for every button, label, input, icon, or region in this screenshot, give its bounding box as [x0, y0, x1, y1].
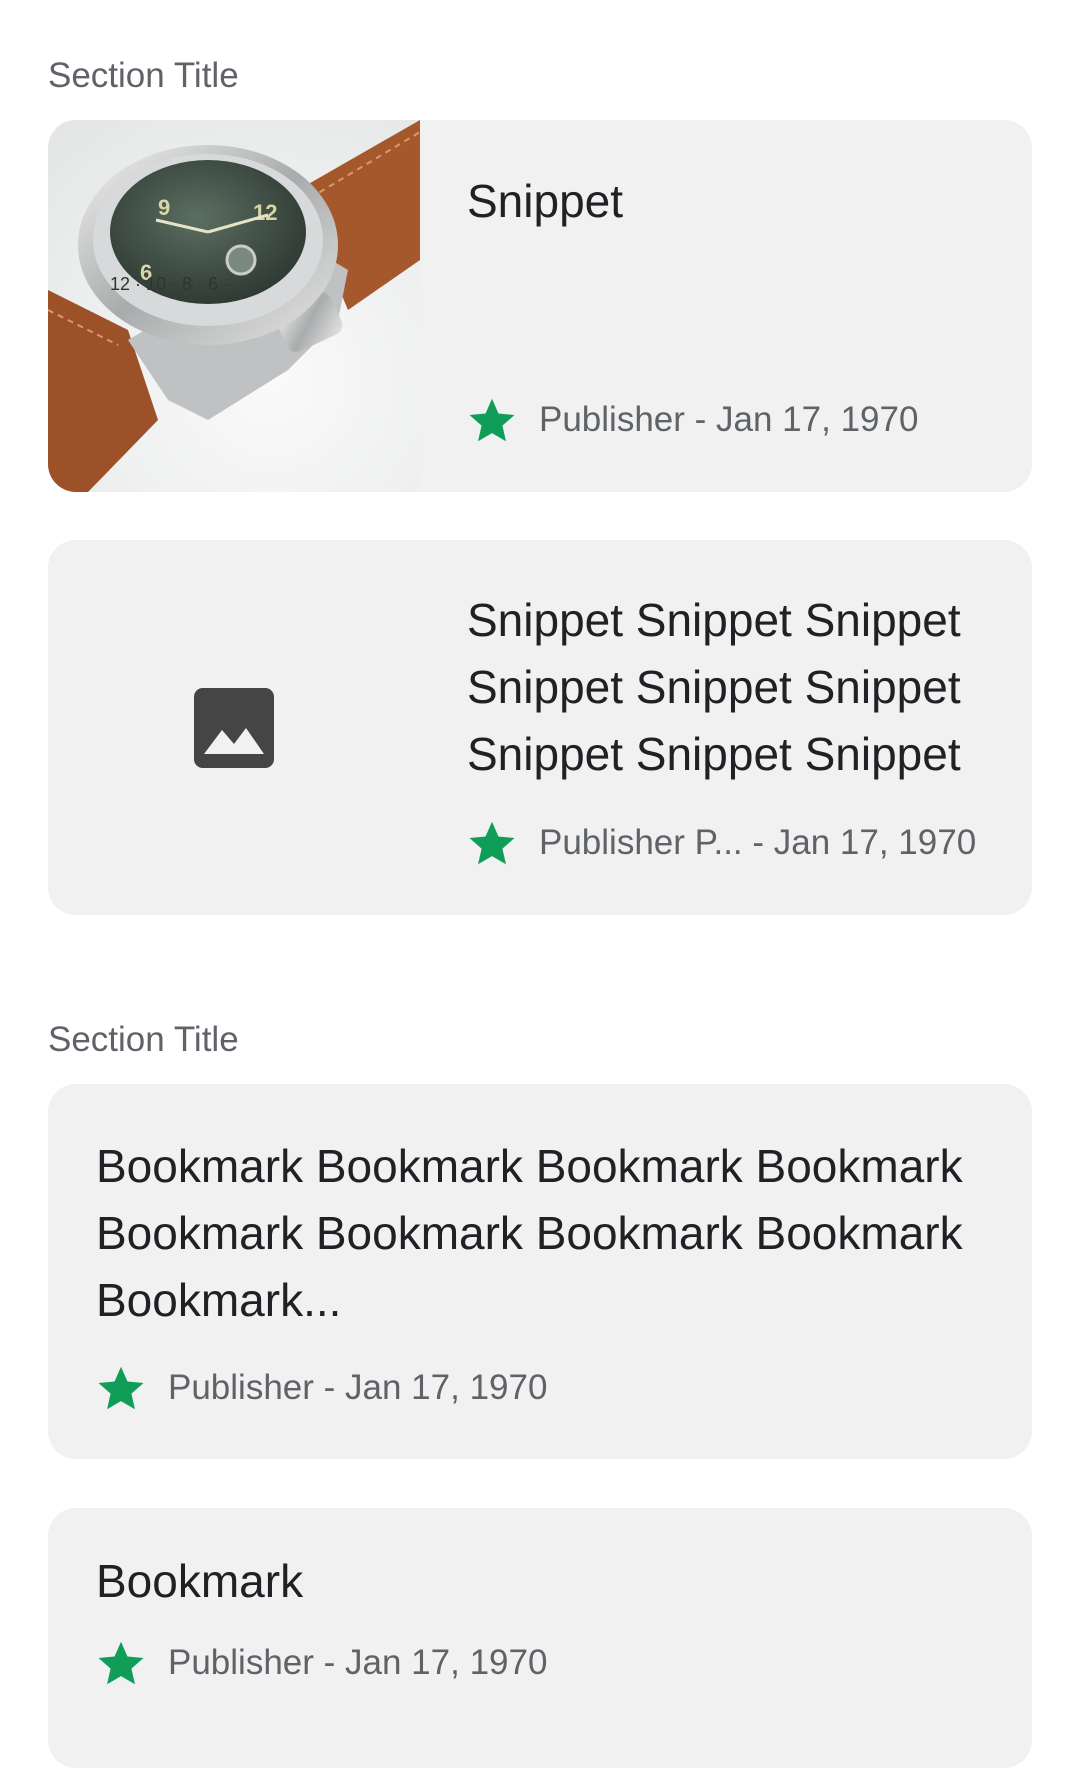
publisher-name: Publisher — [168, 1368, 314, 1407]
publish-date: Jan 17, 1970 — [345, 1368, 548, 1407]
card-meta: Publisher P... - Jan 17, 1970 — [467, 818, 976, 868]
card-title: Bookmark Bookmark Bookmark Bookmark Book… — [96, 1140, 963, 1326]
card-meta: Publisher - Jan 17, 1970 — [96, 1363, 547, 1413]
section-title: Section Title — [48, 1020, 239, 1059]
card-title: Bookmark — [96, 1555, 304, 1607]
section-title: Section Title — [48, 56, 239, 95]
meta-separator: - — [313, 1643, 346, 1682]
image-placeholder-icon — [194, 687, 274, 768]
meta-separator: - — [313, 1368, 346, 1407]
publish-date: Jan 17, 1970 — [345, 1643, 548, 1682]
publisher-name: Publisher — [539, 400, 685, 439]
svg-text:12: 12 — [253, 200, 277, 225]
publisher-name: Publisher P... — [539, 823, 743, 862]
star-icon — [469, 821, 515, 865]
svg-text:9: 9 — [158, 195, 170, 220]
star-icon — [98, 1366, 144, 1410]
watch-photo: 9 12 6 12 · 10 · 8 · 6 · — [48, 120, 420, 492]
meta-separator: - — [742, 823, 774, 862]
star-icon — [98, 1641, 144, 1685]
card-meta: Publisher - Jan 17, 1970 — [467, 395, 918, 445]
snippet-card[interactable]: Snippet Snippet Snippet Snippet Snippet … — [48, 540, 1032, 915]
publish-date: Jan 17, 1970 — [773, 823, 977, 862]
publish-date: Jan 17, 1970 — [716, 400, 919, 439]
star-icon — [469, 398, 515, 442]
snippet-card[interactable]: 9 12 6 12 · 10 · 8 · 6 · Snippet Publish… — [48, 120, 1032, 492]
bookmark-card[interactable]: Bookmark Bookmark Bookmark Bookmark Book… — [48, 1084, 1032, 1459]
publisher-name: Publisher — [168, 1643, 314, 1682]
svg-text:12 · 10 · 8 · 6 ·: 12 · 10 · 8 · 6 · — [110, 274, 229, 294]
card-title: Snippet — [467, 175, 624, 227]
bookmark-card[interactable]: Bookmark Publisher - Jan 17, 1970 — [48, 1508, 1032, 1768]
card-meta: Publisher - Jan 17, 1970 — [96, 1638, 547, 1688]
meta-separator: - — [684, 400, 717, 439]
card-title: Snippet Snippet Snippet Snippet Snippet … — [467, 594, 961, 780]
image-placeholder — [48, 540, 420, 915]
